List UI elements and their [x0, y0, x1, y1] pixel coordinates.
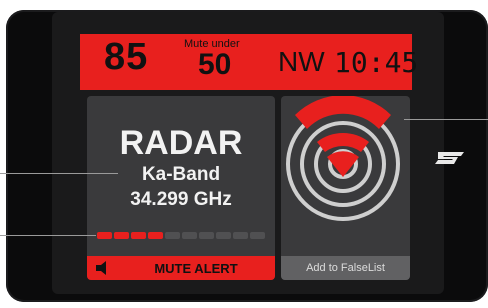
add-to-falselist-label: Add to FalseList — [306, 262, 385, 274]
add-to-falselist-button[interactable]: Add to FalseList — [281, 256, 410, 280]
callout-leader-line — [0, 235, 96, 236]
clock: 10:45 — [334, 46, 419, 79]
alert-info-panel: RADAR Ka-Band 34.299 GHz MUTE ALERT — [87, 96, 275, 280]
band-name: Ka-Band — [141, 164, 221, 185]
signal-strength-segment — [199, 232, 214, 239]
speaker-icon — [96, 261, 106, 275]
signal-strength-segment — [165, 232, 180, 239]
signal-strength-segment — [97, 232, 112, 239]
signal-strength-bar — [97, 232, 265, 239]
callout-leader-line — [0, 173, 118, 174]
mute-alert-button[interactable]: MUTE ALERT — [87, 256, 275, 280]
callout-leader-line — [404, 119, 488, 120]
signal-strength-segment — [233, 232, 248, 239]
mute-under-value: 50 — [198, 48, 232, 81]
signal-strength-segment — [216, 232, 231, 239]
signal-strength-segment — [250, 232, 265, 239]
signal-strength-segment — [131, 232, 146, 239]
radar-scope-icon — [286, 96, 400, 221]
speed-readout: 85 — [104, 36, 149, 78]
radar-direction-panel: Add to FalseList — [281, 96, 410, 280]
compass-heading: NW — [278, 46, 325, 77]
signal-strength-segment — [182, 232, 197, 239]
alert-type: RADAR — [119, 124, 243, 162]
frequency: 34.299 GHz — [130, 189, 232, 210]
status-banner: 85 Mute under 50 NW 10:45 — [80, 34, 418, 90]
mute-alert-label: MUTE ALERT — [154, 261, 238, 276]
signal-strength-segment — [114, 232, 129, 239]
escort-logo-icon — [435, 152, 464, 164]
signal-strength-segment — [148, 232, 163, 239]
